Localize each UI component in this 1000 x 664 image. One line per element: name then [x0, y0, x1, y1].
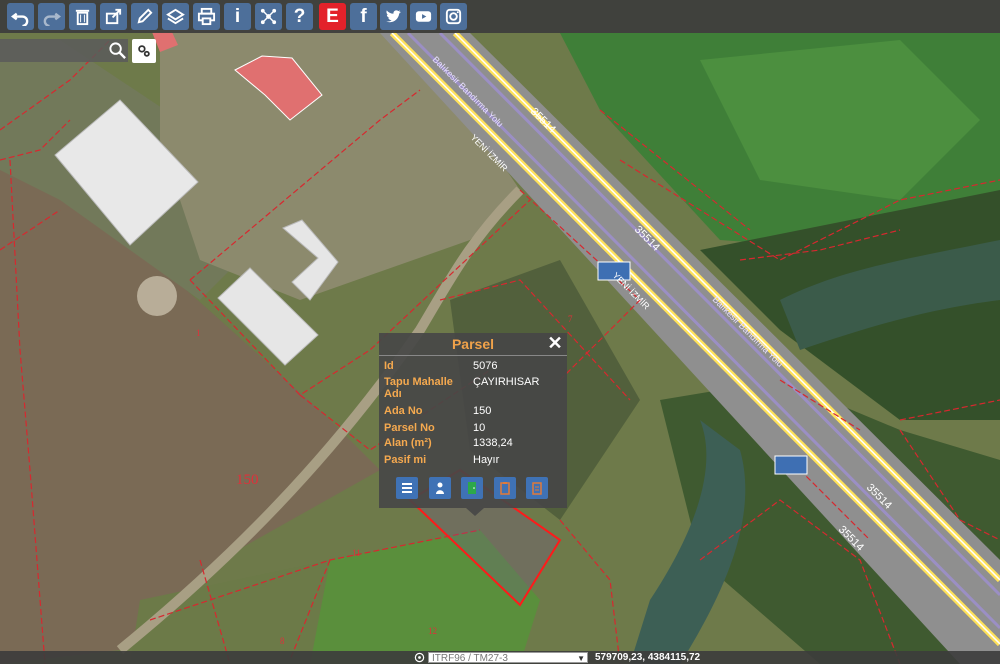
info-icon: i [234, 6, 241, 27]
undo-button[interactable] [7, 3, 34, 30]
crs-select[interactable]: ITRF96 / TM27-3 ▼ [428, 652, 588, 664]
parcel-label: 8 [280, 636, 285, 646]
parcel-popup: Parsel ✕ Id 5076 Tapu Mahalle Adı ÇAYIRH… [379, 333, 567, 508]
list-button[interactable] [396, 477, 418, 499]
chevron-down-icon: ▼ [577, 654, 585, 663]
twitter-icon [385, 10, 402, 23]
clipboard-icon [500, 482, 510, 495]
owner-button[interactable] [429, 477, 451, 499]
locate-icon[interactable] [414, 652, 425, 663]
search-icon[interactable] [108, 41, 127, 60]
parcel-label: 1 [196, 328, 201, 338]
person-icon [436, 482, 444, 494]
instagram-button[interactable] [440, 3, 467, 30]
undo-icon [11, 12, 29, 26]
close-icon[interactable]: ✕ [547, 334, 563, 352]
row-value: 5076 [473, 360, 498, 372]
twitter-button[interactable] [380, 3, 407, 30]
draw-button[interactable] [131, 3, 158, 30]
coordinate-readout: 579709,23, 4384115,72 [595, 652, 701, 663]
row-key: Pasif mi [384, 454, 427, 466]
crs-value: ITRF96 / TM27-3 [432, 653, 508, 664]
redo-icon [43, 12, 61, 26]
row-key: Tapu Mahalle Adı [384, 376, 453, 400]
youtube-button[interactable] [410, 3, 437, 30]
popup-title: Parsel [379, 333, 567, 356]
row-value: 10 [473, 422, 486, 434]
map-canvas[interactable]: 150 7 11 12 8 1 35514 35514 35514 35514 … [0, 0, 1000, 664]
e-logo-icon: E [326, 6, 339, 27]
popup-pointer [466, 508, 484, 516]
youtube-icon [415, 11, 432, 22]
row-value: 150 [473, 405, 492, 417]
print-button[interactable] [193, 3, 220, 30]
network-icon [260, 8, 277, 25]
network-button[interactable] [255, 3, 282, 30]
parcel-label: 12 [428, 626, 437, 636]
clipboard-button[interactable] [494, 477, 516, 499]
block-label: 150 [236, 472, 259, 488]
share-button[interactable] [100, 3, 127, 30]
search-settings-button[interactable] [132, 39, 156, 63]
door-icon [468, 482, 476, 494]
pencil-icon [137, 8, 153, 24]
clipboard-list-icon [532, 482, 542, 495]
row-key: Alan (m²) [384, 437, 432, 449]
parcel-label: 7 [568, 314, 573, 324]
delete-button[interactable] [69, 3, 96, 30]
gears-icon [138, 45, 150, 57]
redo-button[interactable] [38, 3, 65, 30]
clipboard-list-button[interactable] [526, 477, 548, 499]
layers-icon [166, 8, 185, 25]
help-button[interactable]: ? [286, 3, 313, 30]
trash-icon [75, 9, 90, 26]
door-button[interactable] [461, 477, 483, 499]
list-icon [402, 483, 412, 493]
info-button[interactable]: i [224, 3, 251, 30]
facebook-icon: f [360, 6, 367, 27]
row-key: Parsel No [384, 422, 435, 434]
question-icon: ? [293, 6, 306, 27]
layers-button[interactable] [162, 3, 189, 30]
share-icon [105, 8, 122, 25]
instagram-icon [445, 8, 462, 25]
row-value: Hayır [473, 454, 500, 466]
e-button[interactable]: E [319, 3, 346, 30]
printer-icon [197, 7, 216, 26]
toolbar: i ? E f [0, 0, 1000, 33]
row-value: 1338,24 [473, 437, 513, 449]
facebook-button[interactable]: f [350, 3, 377, 30]
row-key: Ada No [384, 405, 423, 417]
row-key: Id [384, 360, 394, 372]
parcel-label: 11 [352, 548, 361, 558]
row-value: ÇAYIRHISAR [473, 376, 540, 388]
